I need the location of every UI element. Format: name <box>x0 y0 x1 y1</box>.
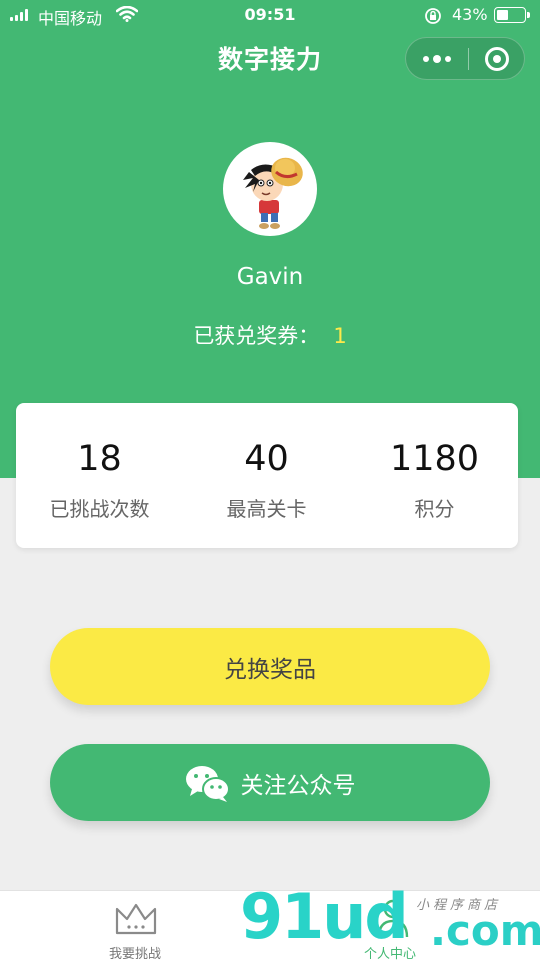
tab-challenge[interactable]: 我要挑战 <box>35 891 235 960</box>
more-menu-button[interactable] <box>406 38 468 79</box>
stat-challenges: 18 已挑战次数 <box>16 403 183 548</box>
watermark-brand: 91ud <box>240 880 409 953</box>
coupon-label: 已获兑奖券： <box>193 324 320 348</box>
tab-label: 我要挑战 <box>108 947 161 960</box>
more-dot-icon <box>433 54 441 63</box>
watermark-logo: 91ud 小程序商店 .com <box>240 886 540 960</box>
crown-icon <box>115 903 157 935</box>
watermark-suffix: .com <box>430 906 540 955</box>
stat-points: 1180 积分 <box>351 403 518 548</box>
stat-value: 18 <box>77 439 122 479</box>
more-dot-icon <box>445 55 451 62</box>
stats-card: 18 已挑战次数 40 最高关卡 1180 积分 <box>16 403 518 548</box>
stat-best-level: 40 最高关卡 <box>183 403 350 548</box>
stat-value: 1180 <box>389 439 480 479</box>
battery-cap <box>527 12 530 18</box>
follow-official-account-button[interactable]: 关注公众号 <box>50 744 490 821</box>
mini-program-capsule <box>405 37 525 80</box>
stat-label: 最高关卡 <box>226 497 307 521</box>
stat-label: 积分 <box>414 497 455 521</box>
battery-level <box>497 10 508 20</box>
rotation-lock-icon <box>425 8 441 24</box>
status-bar: 中国移动 09:51 43% <box>0 0 540 32</box>
stat-value: 40 <box>244 439 289 479</box>
wechat-icon <box>185 765 230 802</box>
follow-official-account-label: 关注公众号 <box>240 772 356 799</box>
cartoon-avatar-icon <box>243 157 303 229</box>
battery-icon <box>494 7 526 23</box>
redeem-prize-button[interactable]: 兑换奖品 <box>50 628 490 705</box>
stat-label: 已挑战次数 <box>49 497 150 521</box>
avatar <box>223 142 317 236</box>
battery-percentage: 43% <box>452 5 488 24</box>
coupon-count: 1 <box>333 324 347 348</box>
close-program-button[interactable] <box>469 38 525 79</box>
username: Gavin <box>236 264 304 290</box>
redeem-prize-label: 兑换奖品 <box>224 656 316 683</box>
coupon-summary: 已获兑奖券： 1 <box>0 320 540 350</box>
target-icon <box>485 46 509 71</box>
more-dot-icon <box>423 55 429 62</box>
